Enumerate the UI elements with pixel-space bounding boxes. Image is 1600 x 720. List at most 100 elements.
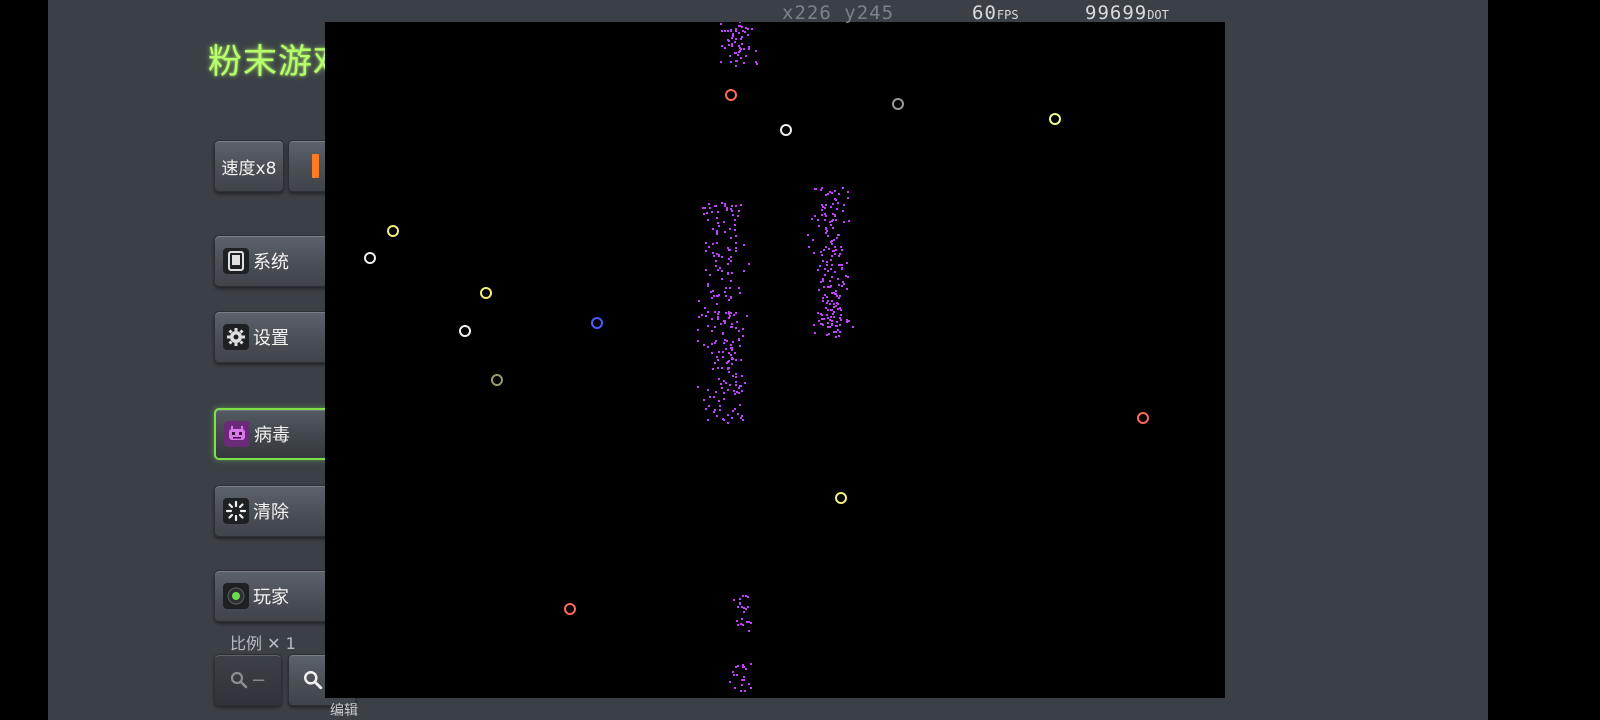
virus-particle: [716, 217, 718, 219]
magnifier-icon: [230, 671, 248, 689]
virus-particle: [826, 261, 828, 263]
virus-particle: [737, 606, 739, 608]
virus-particle: [716, 415, 718, 417]
virus-particle: [721, 270, 723, 272]
virus-particle: [707, 389, 709, 391]
virus-particle: [711, 343, 713, 345]
virus-particle: [715, 265, 717, 267]
virus-particle: [740, 57, 742, 59]
game-canvas[interactable]: [325, 22, 1225, 698]
virus-particle: [839, 307, 841, 309]
virus-particle: [825, 246, 827, 248]
virus-particle: [739, 598, 741, 600]
virus-particle: [830, 224, 832, 226]
virus-particle: [741, 36, 743, 38]
virus-particle: [714, 409, 716, 411]
virus-particle: [716, 356, 718, 358]
virus-particle: [731, 205, 733, 207]
virus-particle: [818, 225, 820, 227]
virus-particle: [707, 346, 709, 348]
virus-particle: [833, 316, 835, 318]
virus-particle: [829, 326, 831, 328]
virus-particle: [751, 28, 753, 30]
virus-particle: [756, 63, 758, 65]
virus-particle: [827, 317, 829, 319]
fps-label: FPS: [996, 8, 1019, 22]
virus-particle: [730, 260, 732, 262]
virus-particle: [701, 314, 703, 316]
virus-particle: [729, 681, 731, 683]
virus-particle: [718, 225, 720, 227]
virus-particle: [737, 215, 739, 217]
fire-ring: [1137, 412, 1149, 424]
virus-particle: [714, 342, 716, 344]
virus-particle: [735, 312, 737, 314]
virus-particle: [711, 330, 713, 332]
virus-particle: [822, 300, 824, 302]
virus-particle: [709, 207, 711, 209]
virus-particle: [708, 246, 710, 248]
virus-particle: [741, 684, 743, 686]
virus-particle: [732, 341, 734, 343]
player-label: 玩家: [253, 587, 289, 608]
virus-particle: [741, 618, 743, 620]
white-ring: [459, 325, 471, 337]
virus-particle: [709, 396, 711, 398]
virus-particle: [834, 190, 836, 192]
dot-label: DOT: [1147, 8, 1169, 22]
virus-particle: [833, 306, 835, 308]
virus-particle: [731, 210, 733, 212]
virus-particle: [729, 249, 731, 251]
virus-particle: [720, 61, 722, 63]
virus-particle: [827, 193, 829, 195]
virus-particle: [832, 227, 834, 229]
virus-particle: [827, 286, 829, 288]
virus-particle: [735, 235, 737, 237]
virus-particle: [843, 283, 845, 285]
yellow-ring: [480, 287, 492, 299]
virus-particle: [705, 269, 707, 271]
virus-particle: [732, 410, 734, 412]
virus-particle: [825, 215, 827, 217]
virus-particle: [831, 220, 833, 222]
virus-particle: [714, 311, 716, 313]
virus-particle: [724, 231, 726, 233]
virus-particle: [719, 409, 721, 411]
gray-ring: [892, 98, 904, 110]
virus-particle: [739, 22, 741, 23]
virus-particle: [711, 318, 713, 320]
virus-particle: [841, 267, 843, 269]
virus-particle: [835, 199, 837, 201]
virus-particle: [825, 228, 827, 230]
virus-particle: [734, 219, 736, 221]
virus-particle: [821, 318, 823, 320]
virus-particle: [722, 351, 724, 353]
virus-particle: [718, 294, 720, 296]
virus-particle: [743, 244, 745, 246]
virus-particle: [830, 309, 832, 311]
virus-particle: [721, 278, 723, 280]
edit-label: 编辑: [330, 703, 358, 719]
virus-particle: [721, 45, 723, 47]
virus-particle: [723, 342, 725, 344]
virus-particle: [735, 373, 737, 375]
fps-value: 60: [972, 2, 997, 24]
virus-particle: [743, 48, 745, 50]
virus-particle: [738, 32, 740, 34]
virus-particle: [731, 37, 733, 39]
virus-particle: [731, 323, 733, 325]
virus-particle: [703, 213, 705, 215]
screen-edge: [1488, 0, 1600, 720]
virus-particle: [715, 260, 717, 262]
speed-button[interactable]: 速度x8: [214, 140, 284, 192]
virus-particle: [738, 287, 740, 289]
virus-particle: [705, 315, 707, 317]
virus-particle: [845, 275, 847, 277]
dot-value: 99699: [1085, 2, 1148, 24]
virus-particle: [727, 30, 729, 32]
virus-particle: [705, 408, 707, 410]
zoom-out-button[interactable]: −: [214, 654, 282, 706]
virus-particle: [831, 320, 833, 322]
virus-particle: [733, 599, 735, 601]
y-label: y: [844, 2, 857, 24]
